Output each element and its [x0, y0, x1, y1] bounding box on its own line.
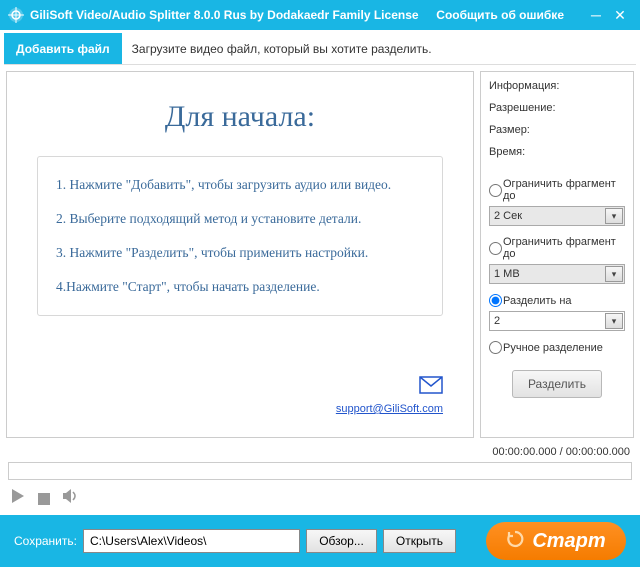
step-item: 4.Нажмите "Старт", чтобы начать разделен… [56, 279, 424, 295]
split-to-radio[interactable] [489, 294, 502, 307]
chevron-down-icon: ▾ [605, 313, 623, 329]
split-button[interactable]: Разделить [512, 370, 602, 398]
limit-time-select[interactable]: 2 Сек ▾ [489, 206, 625, 226]
timeline-slider[interactable] [8, 462, 632, 480]
report-error-link[interactable]: Сообщить об ошибке [436, 8, 564, 22]
playback-controls [0, 486, 640, 515]
limit-size-label: Ограничить фрагмент до [503, 236, 625, 260]
mail-icon [419, 381, 443, 398]
window: GiliSoft Video/Audio Splitter 8.0.0 Rus … [0, 0, 640, 567]
toolbar-hint: Загрузите видео файл, который вы хотите … [122, 33, 442, 64]
close-button[interactable]: ✕ [608, 7, 632, 24]
main-title: Для начала: [37, 100, 443, 134]
refresh-icon [506, 530, 524, 553]
split-to-value: 2 [494, 315, 500, 327]
stop-icon[interactable] [38, 493, 50, 505]
side-panel: Информация: Разрешение: Размер: Время: О… [480, 71, 634, 438]
step-item: 3. Нажмите "Разделить", чтобы применить … [56, 245, 424, 261]
limit-size-value: 1 MB [494, 268, 520, 280]
support-block: support@GiliSoft.com [37, 362, 443, 417]
save-path-input[interactable] [83, 529, 300, 553]
limit-time-radio-row: Ограничить фрагмент до [489, 178, 625, 202]
chevron-down-icon: ▾ [605, 208, 623, 224]
limit-time-value: 2 Сек [494, 210, 522, 222]
manual-radio[interactable] [489, 341, 502, 354]
manual-label: Ручное разделение [503, 342, 603, 354]
start-label: Старт [532, 530, 605, 553]
limit-time-radio[interactable] [489, 184, 502, 197]
titlebar[interactable]: GiliSoft Video/Audio Splitter 8.0.0 Rus … [0, 0, 640, 30]
limit-size-select[interactable]: 1 MB ▾ [489, 264, 625, 284]
info-label: Информация: [489, 80, 625, 92]
app-icon [8, 7, 24, 23]
add-file-button[interactable]: Добавить файл [4, 33, 122, 64]
content-area: Для начала: 1. Нажмите "Добавить", чтобы… [0, 65, 640, 444]
manual-radio-row: Ручное разделение [489, 341, 625, 354]
split-to-radio-row: Разделить на [489, 294, 625, 307]
step-item: 2. Выберите подходящий метод и установит… [56, 211, 424, 227]
toolbar: Добавить файл Загрузите видео файл, кото… [4, 33, 636, 65]
browse-button[interactable]: Обзор... [306, 529, 377, 553]
time-display: 00:00:00.000 / 00:00:00.000 [0, 444, 640, 460]
save-label: Сохранить: [14, 534, 77, 548]
minimize-button[interactable]: ─ [584, 7, 608, 23]
volume-icon[interactable] [62, 488, 80, 509]
split-to-select[interactable]: 2 ▾ [489, 311, 625, 331]
main-panel: Для начала: 1. Нажмите "Добавить", чтобы… [6, 71, 474, 438]
support-link[interactable]: support@GiliSoft.com [336, 403, 443, 415]
limit-size-radio[interactable] [489, 242, 502, 255]
steps-box: 1. Нажмите "Добавить", чтобы загрузить а… [37, 156, 443, 316]
size-label: Размер: [489, 124, 625, 136]
play-icon[interactable] [10, 488, 26, 509]
split-to-label: Разделить на [503, 295, 572, 307]
open-button[interactable]: Открыть [383, 529, 456, 553]
step-item: 1. Нажмите "Добавить", чтобы загрузить а… [56, 177, 424, 193]
start-button[interactable]: Старт [486, 522, 626, 560]
resolution-label: Разрешение: [489, 102, 625, 114]
time-label: Время: [489, 146, 625, 158]
chevron-down-icon: ▾ [605, 266, 623, 282]
app-title: GiliSoft Video/Audio Splitter 8.0.0 Rus … [30, 8, 436, 22]
limit-time-label: Ограничить фрагмент до [503, 178, 625, 202]
limit-size-radio-row: Ограничить фрагмент до [489, 236, 625, 260]
footer: Сохранить: Обзор... Открыть Старт [0, 515, 640, 567]
